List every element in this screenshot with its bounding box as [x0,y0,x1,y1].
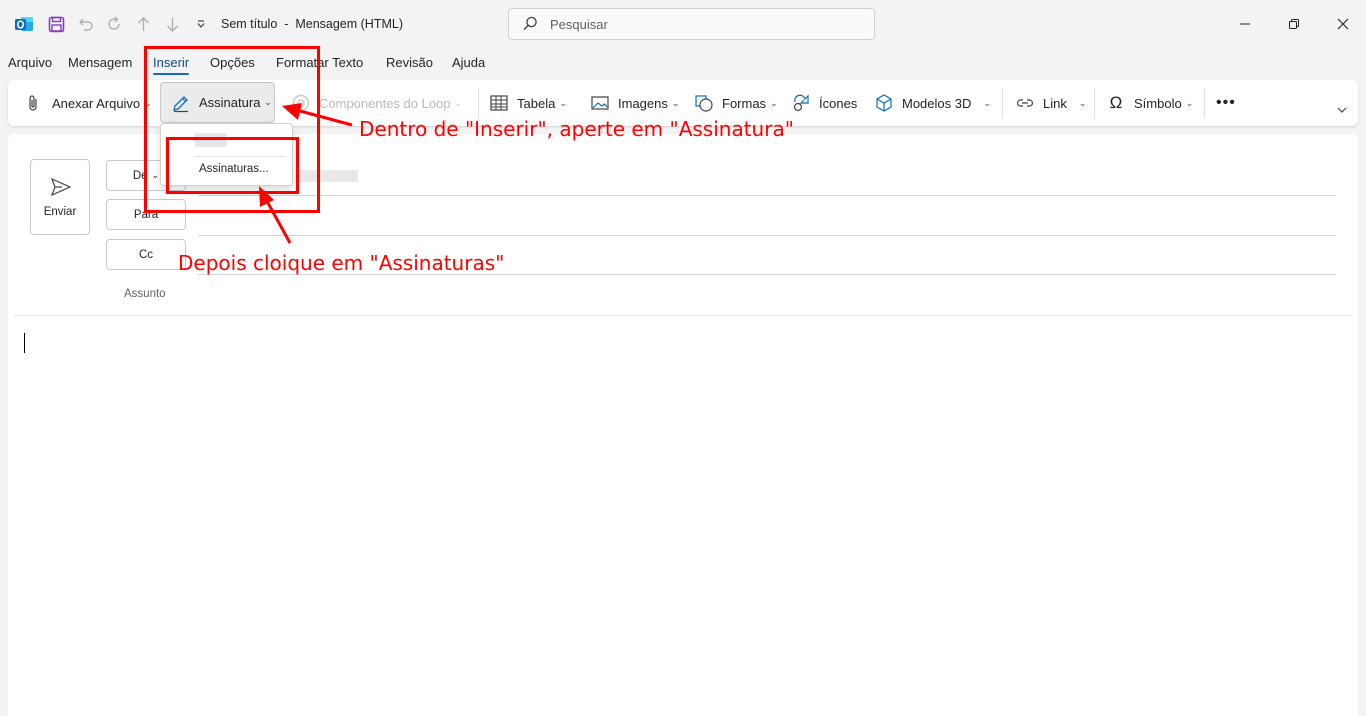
ribbon-separator [478,88,479,118]
paperclip-icon [24,93,44,113]
icons-label: Ícones [819,95,858,111]
table-button[interactable]: Tabela ⌄ [489,88,567,118]
shapes-button[interactable]: Formas ⌄ [694,88,778,118]
tab-arquivo[interactable]: Arquivo [8,55,52,70]
ribbon-separator [1204,88,1205,118]
title-bar: Sem título - Mensagem (HTML) Pesquisar [0,0,1366,48]
from-field-line [198,195,1336,196]
text-cursor [24,333,25,353]
ribbon-expand-button[interactable] [1336,96,1348,126]
window-title: Sem título - Mensagem (HTML) [221,17,403,31]
compose-area: Enviar De ⌄ Para Cc Assunto [8,134,1358,716]
menu-tabs: Arquivo Mensagem Inserir Opções Formatar… [0,52,700,76]
customize-toolbar-icon[interactable] [191,14,211,34]
annotation-step1: Dentro de "Inserir", aperte em "Assinatu… [359,117,794,141]
more-options-icon: ••• [1216,94,1236,111]
chevron-down-icon: ⌄ [1185,97,1194,108]
omega-icon: Ω [1109,93,1123,112]
link-label: Link [1043,95,1067,111]
symbol-button[interactable]: Ω Símbolo ⌄ [1106,88,1194,118]
table-icon [489,93,509,113]
images-label: Imagens [618,95,668,111]
attach-file-label: Anexar Arquivo [52,95,141,111]
to-field-line [198,235,1336,236]
body-separator [14,315,1352,316]
send-icon [50,176,72,198]
loop-components-label: Componentes do Loop [319,95,451,111]
icons-icon [791,93,811,113]
tab-revisao[interactable]: Revisão [386,55,433,70]
chevron-down-icon: ⌄ [671,97,680,108]
icons-button[interactable]: Ícones [791,88,857,118]
cube-icon [874,93,894,113]
minimize-icon[interactable] [1233,12,1257,36]
ribbon-separator [1094,88,1095,118]
arrow-down-icon[interactable] [162,14,182,34]
3d-models-button[interactable]: Modelos 3D ⌄ [874,88,991,118]
tab-ajuda[interactable]: Ajuda [452,55,485,70]
subject-field[interactable]: Assunto [124,288,166,300]
restore-icon[interactable] [1282,12,1306,36]
symbol-label: Símbolo [1134,95,1182,111]
search-icon [521,15,539,33]
shapes-icon [694,93,714,113]
search-placeholder: Pesquisar [550,17,608,32]
table-label: Tabela [517,95,556,111]
more-options-button[interactable]: ••• [1216,88,1236,118]
send-button[interactable]: Enviar [30,159,90,235]
chevron-down-icon: ⌄ [1078,97,1087,108]
annotation-box-signatures [166,137,299,194]
save-icon[interactable] [46,14,66,34]
annotation-step2: Depois cloique em "Assinaturas" [178,251,505,275]
undo-icon[interactable] [75,14,95,34]
link-button[interactable]: Link ⌄ [1015,88,1086,118]
close-icon[interactable] [1331,12,1355,36]
outlook-logo-icon [14,14,34,34]
images-button[interactable]: Imagens ⌄ [590,88,679,118]
arrow-up-icon[interactable] [133,14,153,34]
chevron-down-icon [1336,104,1348,119]
redo-icon[interactable] [104,14,124,34]
ribbon-separator [1002,88,1003,118]
search-input[interactable]: Pesquisar [508,8,875,40]
send-label: Enviar [43,206,77,218]
attach-file-button[interactable]: Anexar Arquivo ⌄ [24,88,152,118]
3d-models-label: Modelos 3D [902,95,972,111]
image-icon [590,93,610,113]
link-icon [1015,93,1035,113]
shapes-label: Formas [722,95,767,111]
chevron-down-icon: ⌄ [983,97,991,108]
cc-label: Cc [138,248,154,261]
chevron-down-icon: ⌄ [454,97,463,108]
chevron-down-icon: ⌄ [770,97,778,108]
chevron-down-icon: ⌄ [559,97,567,108]
tab-mensagem[interactable]: Mensagem [68,55,132,70]
cc-button[interactable]: Cc [106,239,186,270]
